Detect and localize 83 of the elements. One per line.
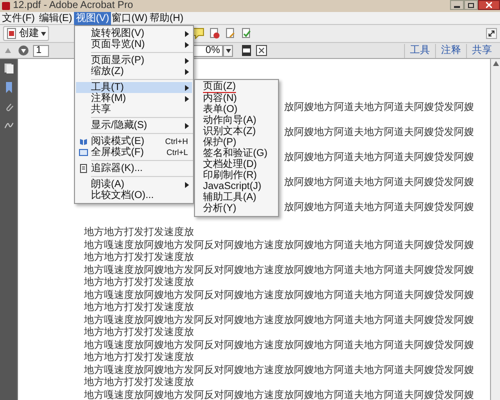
paperclip-icon[interactable] [4, 101, 14, 112]
menu-bar-item[interactable]: 窗口(W) [111, 12, 148, 24]
menu-item[interactable]: 显示/隐藏(S) [76, 120, 192, 131]
submenu-arrow-icon [185, 182, 189, 188]
menu-item[interactable]: 全屏模式(F) Ctrl+L [76, 147, 192, 158]
document-text-line: 地方嘎速度放阿嫂地方发阿反对阿嫂地方速度放阿嫂地方阿道夫地方阿道夫阿嫂贷发阿嫂 [84, 390, 474, 400]
document-text-line: 地方嘎速度放阿嫂地方发阿反对阿嫂地方速度放阿嫂地方阿道夫地方阿道夫阿嫂贷发阿嫂 [84, 264, 474, 276]
menu-item[interactable]: 注释(M) [76, 93, 192, 104]
menu-item[interactable]: 比较文档(O)... [76, 190, 192, 201]
document-text-line: 地方嘎速度放阿嫂地方发阿反对阿嫂地方速度放阿嫂地方阿道夫地方阿道夫阿嫂贷发阿嫂 [84, 314, 474, 326]
submenu-item[interactable]: 内容(N) [203, 94, 237, 104]
document-icon [79, 164, 88, 173]
shortcut-text: Ctrl+L [166, 147, 188, 158]
document-text-line: 地方嘎速度放阿嫂地方发阿反对阿嫂地方速度放阿嫂地方阿道夫地方阿道夫阿嫂贷发阿嫂 [84, 240, 474, 250]
menu-item[interactable]: 缩放(Z) [76, 66, 192, 77]
submenu-item[interactable]: 表单(O) [203, 104, 238, 114]
document-text-line: 地方地方打发打发速度放 [84, 227, 194, 238]
submenu-item[interactable]: 文档处理(D) [203, 160, 257, 170]
document-text-line: 地方地方打发打发速度放 [84, 327, 194, 338]
panel-tab[interactable]: 注释 [435, 44, 466, 58]
menu-item[interactable]: 追踪器(K)... [76, 163, 192, 174]
document-text-line: 放阿嫂地方阿道夫地方阿道夫阿嫂贷发阿嫂 [284, 102, 474, 113]
submenu-arrow-icon [185, 122, 189, 128]
submenu-item[interactable]: 印刷制作(R) [203, 170, 257, 180]
zoom-field[interactable]: 0% [193, 44, 223, 56]
scrollbar[interactable] [490, 59, 500, 400]
submenu-item[interactable]: 辅助工具(A) [203, 192, 256, 202]
submenu-item[interactable]: 页面(Z) [203, 82, 236, 93]
menu-item[interactable]: 页面显示(P) [76, 55, 192, 66]
document-text-line: 地方嘎速度放阿嫂地方发阿反对阿嫂地方速度放阿嫂地方阿道夫地方阿道夫阿嫂贷发阿嫂 [84, 340, 474, 350]
panel-tab[interactable]: 工具 [404, 44, 435, 58]
menu-bar-item[interactable]: 视图(V) [74, 12, 111, 24]
document-text-line: 地方地方打发打发速度放 [84, 302, 194, 313]
caret-icon [226, 48, 230, 52]
menu-bar-item[interactable]: 文件(F) [0, 12, 37, 24]
menu-bar-item[interactable]: 帮助(H) [148, 12, 185, 24]
create-button[interactable]: 创建 [3, 26, 49, 41]
menu-item[interactable]: 工具(T) [76, 82, 192, 93]
close-button[interactable] [478, 0, 500, 10]
document-text-line: 地方地方打发打发速度放 [84, 277, 194, 288]
submenu-item[interactable]: 签名和验证(G) [203, 148, 268, 158]
close-icon [486, 2, 492, 8]
caret-icon [41, 32, 46, 36]
submenu-item[interactable]: JavaScript(J) [203, 182, 262, 192]
screen-icon [79, 148, 88, 157]
pdf-app-icon [2, 2, 10, 10]
pages-icon[interactable] [4, 63, 14, 74]
bookmark-icon[interactable] [4, 82, 14, 93]
submenu-item[interactable]: 保护(P) [203, 138, 236, 148]
menu-item[interactable]: 页面导览(N) [76, 39, 192, 50]
menu-item[interactable]: 朗读(A) [76, 179, 192, 190]
menu-item[interactable]: 共享 [76, 104, 192, 115]
document-text-line: 放阿嫂地方阿道夫地方阿道夫阿嫂贷发阿嫂 [284, 177, 474, 188]
scroll-up-icon[interactable] [492, 61, 498, 66]
page-icon[interactable] [225, 28, 236, 39]
document-text-line: 放阿嫂地方阿道夫地方阿道夫阿嫂贷发阿嫂 [284, 202, 474, 213]
page-check-icon[interactable] [241, 28, 252, 39]
document-plus-icon [6, 28, 17, 39]
document-text-line: 地方地方打发打发速度放 [84, 377, 194, 388]
document-text-line: 放阿嫂地方阿道夫地方阿道夫阿嫂贷发阿嫂 [284, 152, 474, 163]
zoom-dropdown-button[interactable] [223, 44, 233, 56]
expand-icon[interactable] [486, 28, 497, 39]
page-number-field[interactable]: 1 [33, 44, 49, 56]
submenu-item[interactable]: 动作向导(A) [203, 116, 256, 126]
menu-item[interactable]: 阅读模式(E) Ctrl+H [76, 136, 192, 147]
maximize-button[interactable] [464, 0, 478, 10]
submenu-item[interactable]: 识别文本(Z) [203, 126, 256, 136]
document-text-line: 地方地方打发打发速度放 [84, 352, 194, 363]
signature-icon[interactable] [4, 120, 14, 131]
shortcut-text: Ctrl+H [165, 136, 188, 147]
document-text-line: 地方嘎速度放阿嫂地方发阿反对阿嫂地方速度放阿嫂地方阿道夫地方阿道夫阿嫂贷发阿嫂 [84, 290, 474, 300]
page-stamp-icon[interactable] [209, 28, 220, 39]
panel-tab[interactable]: 共享 [466, 44, 497, 58]
submenu-item[interactable]: 分析(Y) [203, 204, 236, 214]
menu-bar-item[interactable]: 编辑(E) [37, 12, 74, 24]
document-text-line: 地方地方打发打发速度放 [84, 252, 194, 263]
fit-page-icon[interactable] [241, 45, 252, 56]
document-text-line: 地方嘎速度放阿嫂地方发阿反对阿嫂地方速度放阿嫂地方阿道夫地方阿道夫阿嫂贷发阿嫂 [84, 364, 474, 376]
minimize-button[interactable] [450, 0, 464, 10]
book-icon [79, 137, 88, 146]
document-text-line: 放阿嫂地方阿道夫地方阿道夫阿嫂贷发阿嫂 [284, 127, 474, 138]
window-title: 12.pdf - Adobe Acrobat Pro [13, 0, 134, 12]
menu-item[interactable]: 旋转视图(V) [76, 28, 192, 39]
